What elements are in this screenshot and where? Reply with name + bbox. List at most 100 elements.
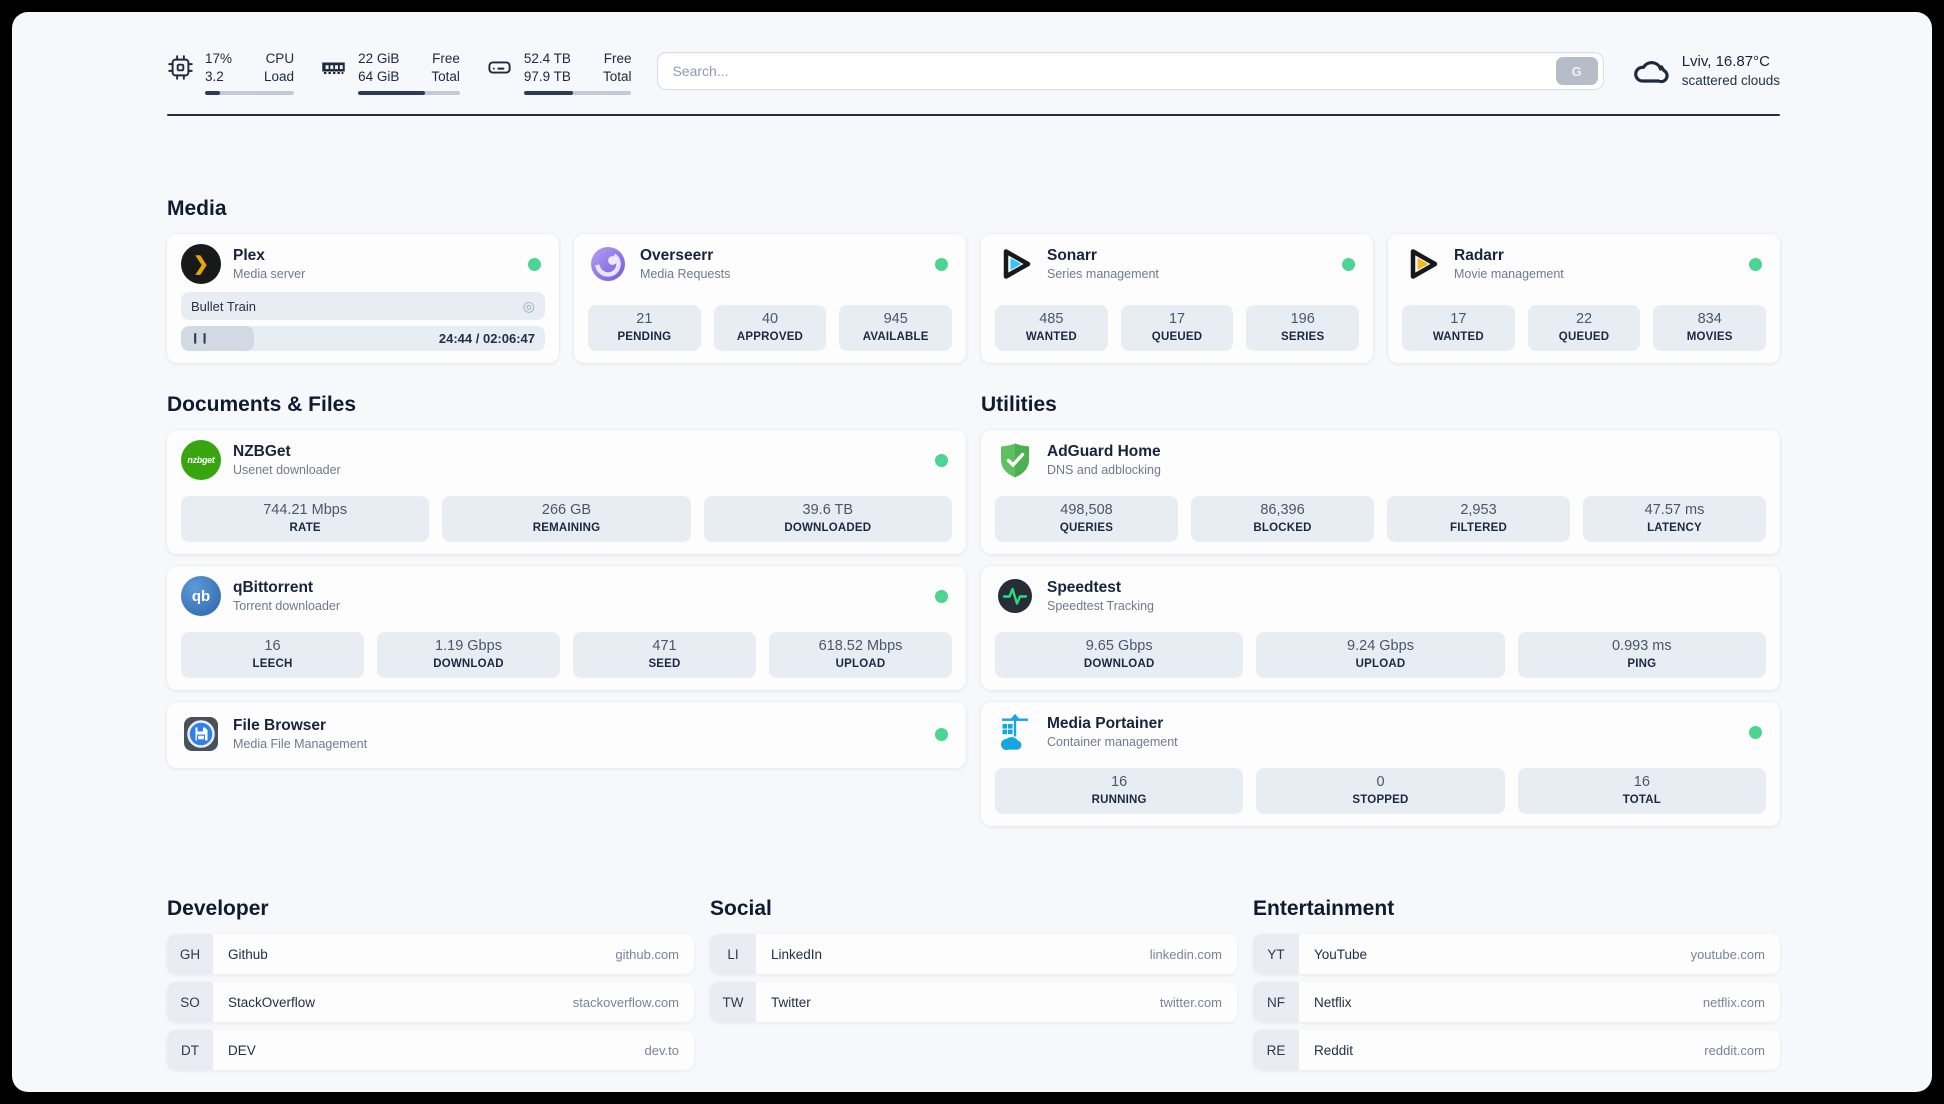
service-card-sonarr[interactable]: Sonarr Series management 485 WANTED 17 QUE… <box>981 234 1373 363</box>
service-desc: Media Requests <box>640 267 731 281</box>
header-divider <box>167 114 1780 116</box>
adguard-icon <box>995 440 1035 480</box>
plex-now-playing: Bullet Train ◎ ❙❙ 24:44 / 02:06:47 <box>181 284 545 351</box>
service-desc: Movie management <box>1454 267 1564 281</box>
bookmark-reddit[interactable]: RE Reddit reddit.com <box>1253 1030 1780 1070</box>
service-name: Radarr <box>1454 247 1504 264</box>
qbittorrent-icon: qb <box>181 576 221 616</box>
status-dot <box>1749 257 1762 271</box>
service-name: Media Portainer <box>1047 715 1164 732</box>
overseerr-icon <box>588 244 628 284</box>
search-bar: G <box>657 52 1604 90</box>
stat-downloaded: 39.6 TB DOWNLOADED <box>703 496 952 542</box>
status-dot <box>528 257 541 271</box>
stat-stopped: 0 STOPPED <box>1256 768 1505 814</box>
stat-available: 945 AVAILABLE <box>839 305 953 351</box>
memory-icon <box>322 62 345 74</box>
bookmark-stackoverflow[interactable]: SO StackOverflow stackoverflow.com <box>167 982 694 1022</box>
stat-upload: 618.52 Mbps UPLOAD <box>769 632 952 678</box>
stat-filtered: 2,953 FILTERED <box>1387 496 1570 542</box>
memory-widget: 22 GiB 64 GiB Free Total <box>320 47 460 96</box>
bookmark-url: youtube.com <box>1690 946 1765 962</box>
weather-condition: scattered clouds <box>1681 73 1780 88</box>
bookmark-url: reddit.com <box>1704 1042 1765 1058</box>
service-card-speedtest[interactable]: Speedtest Speedtest Tracking 9.65 Gbps DO… <box>981 566 1780 690</box>
section-title-media: Media <box>167 197 227 220</box>
stat-rate: 744.21 Mbps RATE <box>181 496 430 542</box>
service-desc: Container management <box>1047 735 1178 749</box>
section-title-documents: Documents & Files <box>167 393 357 416</box>
disk-free: 52.4 TB <box>523 50 571 66</box>
bookmark-name: Twitter <box>771 994 811 1010</box>
stat-movies: 834 MOVIES <box>1653 305 1767 351</box>
bookmark-twitter[interactable]: TW Twitter twitter.com <box>710 982 1237 1022</box>
disk-widget: 52.4 TB 97.9 TB Free Total <box>486 47 632 96</box>
disk-label-2: Total <box>602 68 632 84</box>
service-card-plex[interactable]: ❯ Plex Media server Bullet Train ◎ ❙❙ 24… <box>167 234 559 363</box>
status-dot <box>935 453 948 467</box>
stat-pending: 21 PENDING <box>588 305 701 351</box>
service-desc: Torrent downloader <box>233 599 341 613</box>
service-card-overseerr[interactable]: Overseerr Media Requests 21 PENDING 40 APP… <box>574 234 966 363</box>
bookmark-abbr: YT <box>1253 934 1299 974</box>
service-card-radarr[interactable]: Radarr Movie management 17 WANTED 22 QUEUE… <box>1388 234 1780 363</box>
bookmark-name: Netflix <box>1314 994 1352 1010</box>
bookmark-url: dev.to <box>644 1042 679 1058</box>
service-name: Sonarr <box>1047 247 1097 264</box>
bookmark-abbr: LI <box>710 934 756 974</box>
service-desc: Series management <box>1047 267 1159 281</box>
service-name: NZBGet <box>233 443 291 460</box>
service-desc: Speedtest Tracking <box>1047 599 1155 613</box>
service-name: Speedtest <box>1047 579 1122 596</box>
dashboard: 17% 3.2 CPU Load 22 GiB 64 GiB Free Tota… <box>12 12 1932 1092</box>
bookmark-url: twitter.com <box>1159 994 1222 1010</box>
filebrowser-icon <box>181 714 221 754</box>
service-name: File Browser <box>233 717 327 734</box>
bookmark-netflix[interactable]: NF Netflix netflix.com <box>1253 982 1780 1022</box>
bookmark-url: linkedin.com <box>1149 946 1222 962</box>
service-card-filebrowser[interactable]: File Browser Media File Management <box>167 702 966 768</box>
cloud-icon <box>1633 61 1669 84</box>
service-name: qBittorrent <box>233 579 314 596</box>
plex-icon: ❯ <box>181 244 221 284</box>
bookmark-youtube[interactable]: YT YouTube youtube.com <box>1253 934 1780 974</box>
service-card-qbittorrent[interactable]: qb qBittorrent Torrent downloader 16 LEEC… <box>167 566 966 690</box>
bookmark-name: LinkedIn <box>771 946 823 962</box>
now-playing-title: Bullet Train <box>191 298 257 314</box>
playback-progress: ❙❙ 24:44 / 02:06:47 <box>181 326 545 351</box>
bookmark-url: netflix.com <box>1702 994 1765 1010</box>
bookmark-group-developer: Developer <box>167 897 269 920</box>
service-desc: Media File Management <box>233 737 368 751</box>
stat-latency: 47.57 ms LATENCY <box>1583 496 1766 542</box>
service-name: Plex <box>233 247 265 264</box>
service-desc: Usenet downloader <box>233 463 341 477</box>
disk-total: 97.9 TB <box>523 68 571 84</box>
stat-remaining: 266 GB REMAINING <box>442 496 691 542</box>
service-desc: DNS and adblocking <box>1047 463 1161 477</box>
service-card-portainer[interactable]: Media Portainer Container management 16 R… <box>981 702 1780 826</box>
bookmark-dev[interactable]: DT DEV dev.to <box>167 1030 694 1070</box>
stat-total: 16 TOTAL <box>1517 768 1766 814</box>
bookmark-name: DEV <box>228 1042 256 1058</box>
bookmark-group-entertainment: Entertainment <box>1253 897 1395 920</box>
speedtest-icon <box>995 576 1035 616</box>
bookmark-name: Github <box>228 946 268 962</box>
service-card-adguard[interactable]: AdGuard Home DNS and adblocking 498,508 Q… <box>981 430 1780 554</box>
stream-target-icon: ◎ <box>522 298 535 314</box>
status-dot <box>935 589 948 603</box>
playback-time: 24:44 / 02:06:47 <box>438 331 535 346</box>
cpu-icon <box>168 55 193 80</box>
search-input[interactable] <box>672 63 1556 79</box>
search-engine-button[interactable]: G <box>1555 57 1598 85</box>
bookmark-url: stackoverflow.com <box>572 994 679 1010</box>
bookmark-abbr: RE <box>1253 1030 1299 1070</box>
stat-running: 16 RUNNING <box>995 768 1244 814</box>
service-desc: Media server <box>233 267 306 281</box>
section-title-utilities: Utilities <box>981 393 1057 416</box>
bookmark-abbr: GH <box>167 934 213 974</box>
service-card-nzbget[interactable]: nzbget NZBGet Usenet downloader 744.21 M… <box>167 430 966 554</box>
cpu-label-2: Load <box>264 68 295 84</box>
bookmark-linkedin[interactable]: LI LinkedIn linkedin.com <box>710 934 1237 974</box>
memory-free: 22 GiB <box>358 50 400 66</box>
bookmark-github[interactable]: GH Github github.com <box>167 934 694 974</box>
